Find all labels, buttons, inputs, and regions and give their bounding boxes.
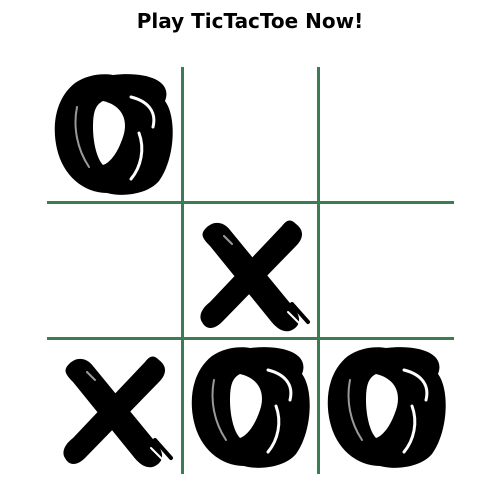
cell-r2-c3[interactable] <box>320 204 453 337</box>
cell-r2-c1[interactable] <box>47 204 180 337</box>
cell-r3-c1[interactable] <box>47 340 180 473</box>
cell-r2-c2[interactable] <box>184 204 317 337</box>
cell-r3-c2[interactable] <box>184 340 317 473</box>
cell-r1-c2[interactable] <box>184 67 317 200</box>
game-board <box>47 67 454 474</box>
cell-r3-c3[interactable] <box>320 340 453 473</box>
x-mark-icon <box>63 356 173 468</box>
x-mark-icon <box>200 220 310 332</box>
o-mark-icon <box>54 74 173 195</box>
page-title: Play TicTacToe Now! <box>136 9 364 33</box>
cell-r1-c3[interactable] <box>320 67 453 200</box>
o-mark-icon <box>327 347 446 468</box>
cell-r1-c1[interactable] <box>47 67 180 200</box>
o-mark-icon <box>191 347 310 468</box>
